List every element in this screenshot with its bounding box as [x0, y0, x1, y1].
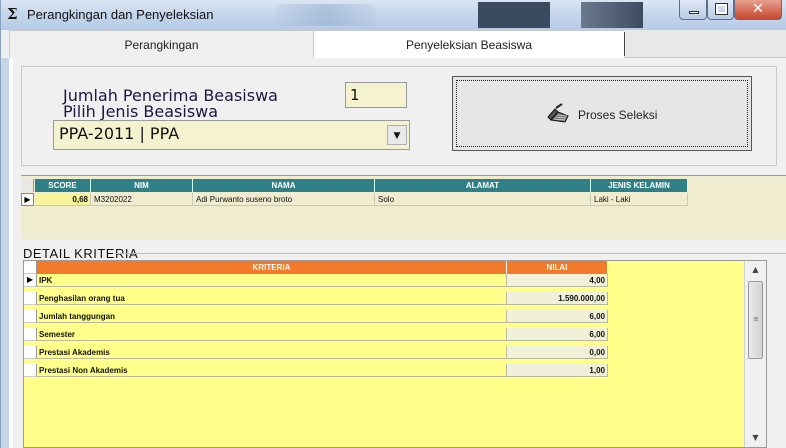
detail-kriteria-grid[interactable]: KRITERIA NILAI ▶ IPK 4,00 Penghasilan or… — [23, 260, 767, 448]
jumlah-penerima-input[interactable]: 1 — [345, 82, 407, 108]
table-cell-kriteria[interactable]: Penghasilan orang tua — [37, 292, 507, 305]
table-cell-nim[interactable]: M3202022 — [91, 193, 193, 206]
row-pointer-icon: ▶ — [21, 193, 34, 206]
chevron-down-icon[interactable]: ▼ — [387, 125, 407, 145]
pilih-jenis-label: Pilih Jenis Beasiswa — [63, 102, 219, 121]
column-header-kriteria[interactable]: KRITERIA — [37, 261, 507, 274]
table-cell-kriteria[interactable]: Prestasi Non Akademis — [37, 364, 507, 377]
maximize-button[interactable] — [707, 0, 734, 20]
result-grid[interactable]: SCORE NIM NAMA ALAMAT JENIS KELAMIN ▶ 0,… — [21, 175, 786, 239]
table-cell-kriteria[interactable]: IPK — [37, 274, 507, 287]
table-cell-jenis-kelamin[interactable]: Laki - Laki — [591, 193, 688, 206]
row-header — [24, 328, 37, 341]
button-focus-rect: Proses Seleksi — [456, 80, 748, 147]
title-bar-background-blur — [581, 2, 643, 28]
grip-icon: ≡ — [753, 315, 759, 323]
close-icon: ✕ — [752, 1, 764, 17]
column-header-nim[interactable]: NIM — [91, 179, 193, 192]
row-header — [24, 310, 37, 323]
column-header-alamat[interactable]: ALAMAT — [375, 179, 591, 192]
table-cell-alamat[interactable]: Solo — [375, 193, 591, 206]
detail-section-divider — [115, 253, 786, 254]
minimize-icon — [689, 11, 699, 14]
table-cell-kriteria[interactable]: Prestasi Akademis — [37, 346, 507, 359]
window-title: Perangkingan dan Penyeleksian — [27, 7, 214, 22]
jenis-beasiswa-select[interactable]: PPA-2011 | PPA ▼ — [53, 120, 410, 150]
proses-seleksi-label: Proses Seleksi — [578, 108, 658, 122]
table-cell-nilai[interactable]: 1,00 — [507, 364, 608, 377]
broom-icon — [545, 103, 571, 131]
table-cell-kriteria[interactable]: Jumlah tanggungan — [37, 310, 507, 323]
table-cell-nama[interactable]: Adi Purwanto suseno broto — [193, 193, 375, 206]
table-cell-score[interactable]: 0,68 — [35, 193, 91, 206]
row-header — [24, 364, 37, 377]
table-cell-nilai[interactable]: 6,00 — [507, 310, 608, 323]
row-header — [24, 292, 37, 305]
title-bar: Σ Perangkingan dan Penyeleksian ✕ — [1, 0, 786, 30]
tab-strip: Perangkingan Penyeleksian Beasiswa — [9, 30, 786, 58]
app-window: Σ Perangkingan dan Penyeleksian ✕ Perang… — [0, 0, 786, 448]
app-sigma-icon: Σ — [7, 5, 18, 23]
maximize-icon — [715, 3, 728, 15]
column-header-nama[interactable]: NAMA — [193, 179, 375, 192]
column-header-jenis-kelamin[interactable]: JENIS KELAMIN — [591, 179, 688, 192]
proses-seleksi-button[interactable]: Proses Seleksi — [452, 76, 752, 151]
title-bar-background-blur — [276, 4, 376, 26]
scroll-down-icon[interactable]: ▼ — [745, 429, 766, 447]
minimize-button[interactable] — [679, 0, 707, 20]
row-header-corner — [24, 261, 37, 274]
table-cell-nilai[interactable]: 0,00 — [507, 346, 608, 359]
table-cell-nilai[interactable]: 1.590.000,00 — [507, 292, 608, 305]
table-cell-nilai[interactable]: 4,00 — [507, 274, 608, 287]
tab-divider — [624, 32, 625, 56]
row-header-corner — [21, 179, 34, 192]
title-bar-background-blur — [478, 2, 550, 28]
jenis-beasiswa-value: PPA-2011 | PPA — [59, 124, 180, 143]
tab-perangkingan[interactable]: Perangkingan — [9, 30, 314, 58]
row-header — [24, 346, 37, 359]
tab-penyeleksian-beasiswa[interactable]: Penyeleksian Beasiswa — [314, 30, 624, 58]
column-header-nilai[interactable]: NILAI — [507, 261, 608, 274]
column-header-score[interactable]: SCORE — [35, 179, 91, 192]
table-cell-kriteria[interactable]: Semester — [37, 328, 507, 341]
scroll-up-icon[interactable]: ▲ — [745, 261, 766, 279]
scrollbar-thumb[interactable]: ≡ — [748, 281, 763, 359]
table-cell-nilai[interactable]: 6,00 — [507, 328, 608, 341]
vertical-scrollbar[interactable]: ▲ ≡ ▼ — [744, 261, 766, 447]
row-pointer-icon: ▶ — [24, 274, 37, 287]
window-left-edge — [1, 58, 9, 448]
close-button[interactable]: ✕ — [734, 0, 782, 20]
